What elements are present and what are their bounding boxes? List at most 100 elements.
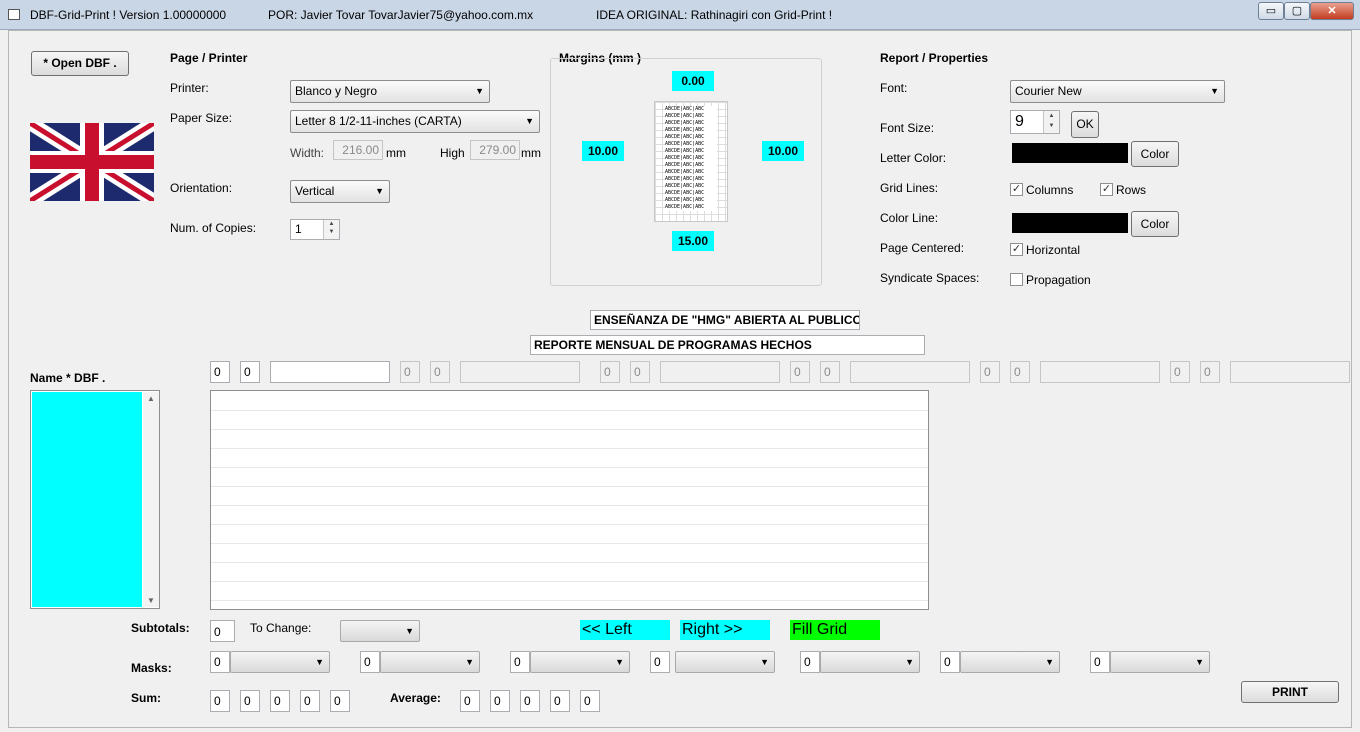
font-size-stepper[interactable]: 9 ▲ ▼ [1010, 110, 1060, 134]
idea-text: IDEA ORIGINAL: Rathinagiri con Grid-Prin… [596, 8, 833, 22]
orientation-select[interactable]: Vertical ▼ [290, 180, 390, 203]
column-header-field[interactable] [270, 361, 390, 383]
data-grid[interactable] [210, 390, 929, 610]
columns-checkbox[interactable]: ✓ [1010, 183, 1023, 196]
margin-right-field[interactable]: 10.00 [762, 141, 804, 161]
dbf-list[interactable]: ▲ ▼ [30, 390, 160, 609]
open-dbf-button[interactable]: * Open DBF . [31, 51, 129, 76]
report-title-1[interactable]: ENSEÑANZA DE "HMG" ABIERTA AL PUBLICO [590, 310, 860, 330]
close-button[interactable]: ✕ [1310, 2, 1354, 20]
propagation-checkbox[interactable] [1010, 273, 1023, 286]
right-button[interactable]: Right >> [680, 620, 770, 640]
chevron-down-icon: ▼ [315, 657, 324, 667]
preview-row: ABCDE|ABC|ABC [665, 113, 717, 120]
sum-field[interactable]: 0 [240, 690, 260, 712]
average-field[interactable]: 0 [490, 690, 510, 712]
preview-row: ABCDE|ABC|ABC [665, 169, 717, 176]
column-header-field[interactable] [1230, 361, 1350, 383]
preview-row: ABCDE|ABC|ABC [665, 134, 717, 141]
printer-select[interactable]: Blanco y Negro ▼ [290, 80, 490, 103]
ok-button[interactable]: OK [1071, 111, 1099, 138]
font-label: Font: [880, 81, 908, 95]
mask-value-field[interactable]: 0 [210, 651, 230, 673]
scroll-down-icon[interactable]: ▼ [147, 596, 155, 605]
font-select[interactable]: Courier New ▼ [1010, 80, 1225, 103]
mask-value-field[interactable]: 0 [940, 651, 960, 673]
dbf-list-scrollbar[interactable]: ▲ ▼ [143, 392, 159, 607]
column-decimals-field[interactable]: 0 [1010, 361, 1030, 383]
mask-select[interactable]: ▼ [230, 651, 330, 673]
column-width-field[interactable]: 0 [790, 361, 810, 383]
grid-row-line [211, 429, 928, 430]
letter-color-button[interactable]: Color [1131, 141, 1179, 167]
column-decimals-field[interactable]: 0 [430, 361, 450, 383]
horizontal-checkbox[interactable]: ✓ [1010, 243, 1023, 256]
column-decimals-field[interactable]: 0 [820, 361, 840, 383]
average-field[interactable]: 0 [550, 690, 570, 712]
column-header-field[interactable] [660, 361, 780, 383]
report-title-2[interactable]: REPORTE MENSUAL DE PROGRAMAS HECHOS [530, 335, 925, 355]
letter-color-swatch [1012, 143, 1128, 163]
width-field[interactable]: 216.00 [333, 140, 383, 160]
spin-arrows-icon[interactable]: ▲ ▼ [1043, 111, 1059, 133]
maximize-button[interactable]: ▢ [1284, 2, 1310, 20]
paper-size-select[interactable]: Letter 8 1/2-11-inches (CARTA) ▼ [290, 110, 540, 133]
column-width-field[interactable]: 0 [980, 361, 1000, 383]
mask-value-field[interactable]: 0 [360, 651, 380, 673]
mask-value-field[interactable]: 0 [510, 651, 530, 673]
preview-row: ABCDE|ABC|ABC [665, 127, 717, 134]
mask-select[interactable]: ▼ [820, 651, 920, 673]
mask-select[interactable]: ▼ [530, 651, 630, 673]
average-field[interactable]: 0 [580, 690, 600, 712]
high-label: High [440, 146, 465, 160]
column-decimals-field[interactable]: 0 [240, 361, 260, 383]
mask-value-field[interactable]: 0 [650, 651, 670, 673]
left-button[interactable]: << Left [580, 620, 670, 640]
column-width-field[interactable]: 0 [600, 361, 620, 383]
column-width-field[interactable]: 0 [1170, 361, 1190, 383]
rows-checkbox[interactable]: ✓ [1100, 183, 1113, 196]
grid-row-line [211, 562, 928, 563]
print-button[interactable]: PRINT [1241, 681, 1339, 703]
chevron-down-icon: ▼ [375, 186, 384, 196]
preview-row: ABCDE|ABC|ABC [665, 176, 717, 183]
mask-value-field[interactable]: 0 [1090, 651, 1110, 673]
mask-value-field[interactable]: 0 [800, 651, 820, 673]
minimize-button[interactable]: ▭ [1258, 2, 1284, 20]
spin-arrows-icon[interactable]: ▲ ▼ [323, 220, 339, 239]
grid-row-line [211, 524, 928, 525]
sum-field[interactable]: 0 [330, 690, 350, 712]
window-title: DBF-Grid-Print ! Version 1.00000000 [30, 8, 227, 22]
mask-select[interactable]: ▼ [675, 651, 775, 673]
high-field[interactable]: 279.00 [470, 140, 520, 160]
mask-select[interactable]: ▼ [960, 651, 1060, 673]
sum-field[interactable]: 0 [210, 690, 230, 712]
fill-grid-button[interactable]: Fill Grid [790, 620, 880, 640]
to-change-select[interactable]: ▼ [340, 620, 420, 642]
column-width-field[interactable]: 0 [210, 361, 230, 383]
sum-field[interactable]: 0 [300, 690, 320, 712]
column-header-field[interactable] [850, 361, 970, 383]
average-label: Average: [390, 691, 441, 705]
margin-top-field[interactable]: 0.00 [672, 71, 714, 91]
scroll-up-icon[interactable]: ▲ [147, 394, 155, 403]
name-dbf-label: Name * DBF . [30, 371, 106, 385]
mask-select[interactable]: ▼ [1110, 651, 1210, 673]
column-decimals-field[interactable]: 0 [1200, 361, 1220, 383]
copies-stepper[interactable]: 1 ▲ ▼ [290, 219, 340, 240]
preview-row: ABCDE|ABC|ABC [665, 106, 717, 113]
sum-field[interactable]: 0 [270, 690, 290, 712]
column-header-field[interactable] [460, 361, 580, 383]
average-field[interactable]: 0 [520, 690, 540, 712]
margin-bottom-field[interactable]: 15.00 [672, 231, 714, 251]
subtotals-field[interactable]: 0 [210, 620, 235, 642]
margin-left-field[interactable]: 10.00 [582, 141, 624, 161]
mask-select[interactable]: ▼ [380, 651, 480, 673]
column-decimals-field[interactable]: 0 [630, 361, 650, 383]
line-color-button[interactable]: Color [1131, 211, 1179, 237]
average-field[interactable]: 0 [460, 690, 480, 712]
preview-row: ABCDE|ABC|ABC [665, 162, 717, 169]
column-header-field[interactable] [1040, 361, 1160, 383]
column-width-field[interactable]: 0 [400, 361, 420, 383]
page-preview: ABCDE|ABC|ABC ABCDE|ABC|ABC ABCDE|ABC|ABC A… [654, 101, 728, 222]
